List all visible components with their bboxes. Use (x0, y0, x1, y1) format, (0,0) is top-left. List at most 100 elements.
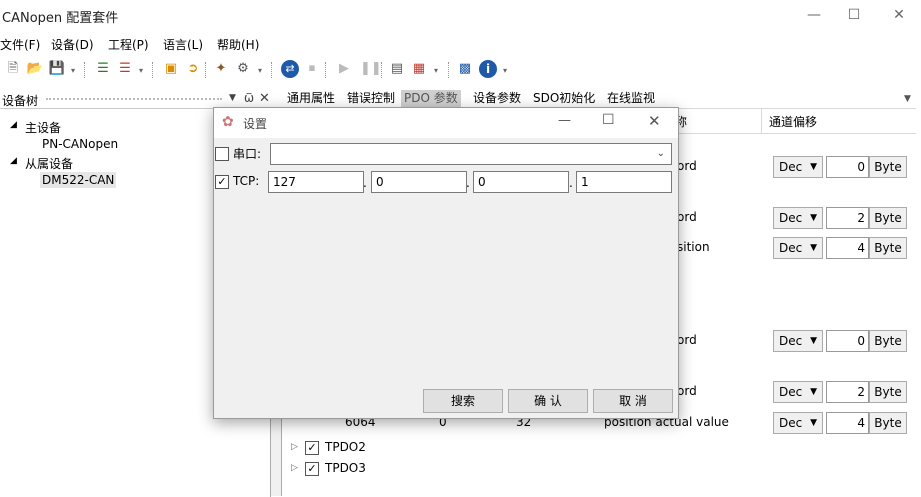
tpdo2-checkbox[interactable]: ✓ (305, 441, 319, 455)
row-name: ord (677, 333, 697, 347)
tab-online-monitor[interactable]: 在线监视 (604, 90, 658, 107)
menu-project[interactable]: 工程(P) (108, 36, 149, 53)
wand-icon[interactable]: ✦ (212, 60, 230, 78)
ip-octet-1[interactable]: 127 (268, 171, 364, 193)
tab-general[interactable]: 通用属性 (284, 90, 338, 107)
chevron-down-icon: ▼ (810, 162, 817, 172)
format-select[interactable]: Dec ▼ (773, 156, 823, 178)
stop-icon[interactable]: ⏹ (303, 60, 321, 78)
save-icon[interactable]: 💾 (48, 60, 66, 78)
tpdo3-label[interactable]: TPDO3 (325, 461, 366, 475)
import-icon[interactable]: ▣ (162, 60, 180, 78)
settings-dialog: ✿ 设置 — ☐ ✕ 串口: ⌄ ✓ TCP: 127 . 0 . 0 . 1 … (213, 107, 679, 419)
toolbar-dropdown-icon[interactable]: ▾ (434, 66, 438, 75)
offset-input[interactable]: 0 (826, 330, 869, 352)
format-select[interactable]: Dec ▼ (773, 237, 823, 259)
toolbar-dropdown-icon[interactable]: ▾ (503, 66, 507, 75)
menu-device[interactable]: 设备(D) (51, 36, 94, 53)
ip-dot: . (363, 176, 367, 190)
new-file-icon[interactable]: 🗎 (4, 60, 22, 78)
row-name: ord (677, 384, 697, 398)
help-doc-icon[interactable]: ▩ (456, 60, 474, 78)
menu-file[interactable]: 文件(F) (0, 36, 40, 53)
offset-input[interactable]: 4 (826, 237, 869, 259)
panel-close-icon[interactable]: ✕ (259, 91, 270, 106)
chevron-down-icon: ▼ (810, 213, 817, 223)
unit-button[interactable]: Byte (869, 237, 907, 259)
menu-bar: 文件(F) 设备(D) 工程(P) 语言(L) 帮助(H) (0, 33, 921, 55)
toolbar-dropdown-icon[interactable]: ▾ (139, 66, 143, 75)
add-device-icon[interactable]: ☰ (94, 60, 112, 78)
play-icon[interactable]: ▶ (335, 60, 353, 78)
dialog-maximize-button[interactable]: ☐ (602, 112, 615, 128)
unit-button[interactable]: Byte (869, 207, 907, 229)
menu-help[interactable]: 帮助(H) (217, 36, 259, 53)
chevron-down-icon: ▼ (810, 387, 817, 397)
format-value: Dec (779, 334, 803, 348)
toolbar-dropdown-icon[interactable]: ▾ (71, 66, 75, 75)
ip-octet-3[interactable]: 0 (473, 171, 569, 193)
ok-button[interactable]: 确 认 (508, 389, 588, 413)
panel-grip[interactable] (46, 98, 222, 102)
tab-pdo-params[interactable]: PDO 参数 (401, 90, 461, 107)
tab-error-control[interactable]: 错误控制 (344, 90, 398, 107)
toolbar-separator (325, 62, 327, 78)
clear-icon[interactable]: ▦ (410, 60, 428, 78)
offset-input[interactable]: 2 (826, 381, 869, 403)
expand-tpdo3-icon[interactable]: ▷ (291, 463, 298, 473)
unit-button[interactable]: Byte (869, 412, 907, 434)
pin-icon[interactable]: ѿ (244, 91, 254, 105)
serial-checkbox[interactable] (215, 147, 229, 161)
offset-input[interactable]: 0 (826, 156, 869, 178)
tree-master-device[interactable]: PN-CANopen (42, 137, 118, 151)
tpdo3-checkbox[interactable]: ✓ (305, 462, 319, 476)
connect-icon[interactable]: ⇄ (281, 60, 299, 78)
info-icon[interactable]: i (479, 60, 497, 78)
unit-button[interactable]: Byte (869, 381, 907, 403)
close-button[interactable]: ✕ (886, 4, 912, 26)
dialog-close-button[interactable]: ✕ (648, 112, 661, 130)
tab-overflow-icon[interactable]: ▼ (904, 94, 911, 104)
tab-sdo-init[interactable]: SDO初始化 (530, 90, 598, 107)
download-icon[interactable]: ▤ (388, 60, 406, 78)
format-select[interactable]: Dec ▼ (773, 381, 823, 403)
cancel-button[interactable]: 取 消 (593, 389, 673, 413)
format-select[interactable]: Dec ▼ (773, 207, 823, 229)
serial-port-select[interactable]: ⌄ (270, 143, 672, 165)
toolbar-dropdown-icon[interactable]: ▾ (258, 66, 262, 75)
tab-device-params[interactable]: 设备参数 (470, 90, 524, 107)
expand-master-icon[interactable]: ◢ (10, 120, 17, 130)
export-icon[interactable]: ➲ (184, 60, 202, 78)
serial-label: 串口: (233, 147, 262, 161)
tree-master[interactable]: 主设备 (25, 119, 61, 136)
unit-button[interactable]: Byte (869, 156, 907, 178)
tree-slave-device[interactable]: DM522-CAN (40, 172, 117, 188)
ip-octet-2[interactable]: 0 (371, 171, 467, 193)
tpdo2-label[interactable]: TPDO2 (325, 440, 366, 454)
gear-icon[interactable]: ⚙ (234, 60, 252, 78)
toolbar-separator (448, 62, 450, 78)
menu-language[interactable]: 语言(L) (163, 36, 203, 53)
offset-input[interactable]: 4 (826, 412, 869, 434)
toolbar-separator (381, 62, 383, 78)
remove-device-icon[interactable]: ☰ (116, 60, 134, 78)
search-button[interactable]: 搜索 (423, 389, 503, 413)
expand-tpdo2-icon[interactable]: ▷ (291, 442, 298, 452)
expand-slave-icon[interactable]: ◢ (10, 156, 17, 166)
maximize-button[interactable]: ☐ (841, 4, 867, 26)
tcp-checkbox[interactable]: ✓ (215, 175, 229, 189)
device-tree-header: 设备树 ▼ ѿ ✕ (0, 90, 275, 108)
format-value: Dec (779, 416, 803, 430)
open-folder-icon[interactable]: 📂 (26, 60, 44, 78)
panel-dropdown-icon[interactable]: ▼ (229, 93, 236, 103)
tree-slave[interactable]: 从属设备 (25, 155, 73, 172)
format-select[interactable]: Dec ▼ (773, 412, 823, 434)
toolbar-separator (205, 62, 207, 78)
ip-octet-4[interactable]: 1 (576, 171, 672, 193)
offset-input[interactable]: 2 (826, 207, 869, 229)
minimize-button[interactable]: — (801, 4, 827, 26)
pause-icon[interactable]: ❚❚ (360, 60, 382, 78)
dialog-minimize-button[interactable]: — (558, 113, 571, 128)
unit-button[interactable]: Byte (869, 330, 907, 352)
format-select[interactable]: Dec ▼ (773, 330, 823, 352)
